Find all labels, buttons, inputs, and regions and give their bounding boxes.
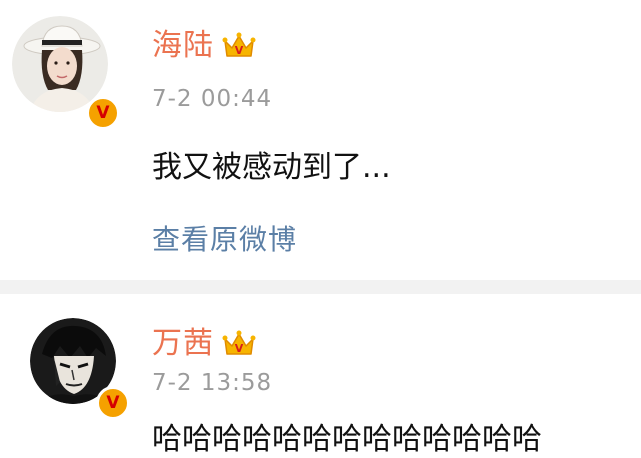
crown-vip-icon: V [222, 330, 256, 355]
verified-v-badge-icon: V [96, 386, 130, 420]
username[interactable]: 海陆 [152, 26, 214, 66]
post-content: 哈哈哈哈哈哈哈哈哈哈哈哈哈 [152, 422, 542, 457]
verified-v-badge-icon: V [86, 96, 120, 130]
post-timestamp: 7-2 13:58 [152, 370, 273, 396]
username[interactable]: 万茜 [152, 324, 214, 364]
post-content: 我又被感动到了... [152, 150, 391, 185]
weibo-post: V 海陆 V 7-2 00:44 我又被感动到了... 查看原微博 [0, 0, 641, 280]
crown-vip-icon: V [222, 32, 256, 57]
username-row: 万茜 V [152, 324, 256, 364]
view-original-link[interactable]: 查看原微博 [152, 218, 297, 258]
weibo-post: V 万茜 V 7-2 13:58 哈哈哈哈哈哈哈哈哈哈哈哈哈 [0, 294, 641, 457]
username-row: 海陆 V [152, 26, 256, 66]
svg-text:V: V [235, 44, 244, 57]
user-avatar[interactable]: V [12, 16, 120, 130]
svg-text:V: V [235, 342, 244, 355]
post-separator [0, 280, 641, 294]
post-timestamp: 7-2 00:44 [152, 86, 273, 112]
user-avatar[interactable]: V [30, 318, 130, 420]
